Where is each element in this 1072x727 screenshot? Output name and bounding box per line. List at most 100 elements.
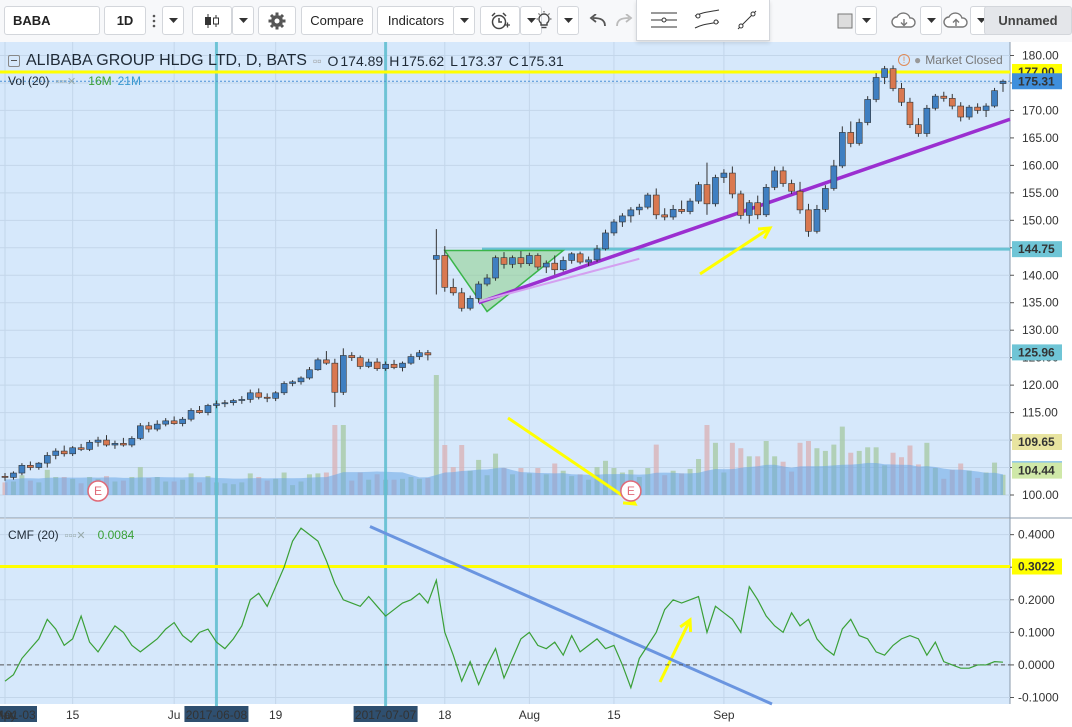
candle-body bbox=[948, 98, 956, 107]
legend-close-label: C bbox=[508, 53, 519, 69]
chart-style-caret[interactable] bbox=[232, 6, 254, 35]
indicators-button[interactable]: Indicators bbox=[377, 6, 455, 35]
settings-gear-icon[interactable] bbox=[258, 6, 296, 35]
candle-body bbox=[18, 465, 26, 474]
price-tick-label: 140.00 bbox=[1022, 268, 1059, 282]
price-tick-label: 155.00 bbox=[1022, 186, 1059, 200]
interval-dropdown-caret[interactable] bbox=[162, 6, 184, 35]
candle-body bbox=[187, 410, 195, 420]
candle-body bbox=[466, 298, 474, 309]
candle-body bbox=[128, 438, 136, 446]
candle-body bbox=[602, 232, 609, 250]
layout-name-button[interactable]: Unnamed bbox=[984, 6, 1072, 35]
candle-body bbox=[373, 361, 381, 369]
price-badge: 109.65 bbox=[1018, 435, 1055, 449]
cmf-value: 0.0084 bbox=[97, 528, 135, 542]
candle-body bbox=[898, 88, 905, 103]
color-caret[interactable] bbox=[855, 6, 877, 35]
trendline-icon[interactable] bbox=[735, 8, 759, 37]
candle-body bbox=[458, 292, 466, 309]
candles-style-icon[interactable] bbox=[192, 6, 232, 35]
candle-body bbox=[340, 355, 347, 393]
market-status: ! ● Market Closed bbox=[898, 53, 1003, 67]
lightbulb-icon[interactable] bbox=[527, 6, 561, 35]
candle-body bbox=[932, 95, 939, 109]
candle-body bbox=[365, 361, 372, 367]
candle-body bbox=[982, 105, 990, 111]
color-square-icon[interactable] bbox=[833, 6, 857, 35]
candle-body bbox=[636, 206, 643, 211]
price-tick-label: 120.00 bbox=[1022, 378, 1059, 392]
candle-body bbox=[255, 392, 263, 398]
legend-menu-icons[interactable]: ▫▫ bbox=[313, 54, 322, 68]
candle-body bbox=[52, 450, 60, 456]
candle-body bbox=[221, 402, 229, 405]
price-tick-label: 160.00 bbox=[1022, 158, 1059, 172]
candle-body bbox=[356, 357, 364, 367]
cmf-settings-icons[interactable]: ▫▫▫✕ bbox=[65, 529, 86, 542]
candle-body bbox=[830, 165, 838, 189]
legend-low-label: L bbox=[450, 53, 458, 69]
candle-body bbox=[745, 202, 753, 216]
candle-body bbox=[881, 68, 888, 78]
legend-open: 174.89 bbox=[340, 53, 384, 69]
chart-area[interactable]: EE180.00175.00170.00165.00160.00155.0015… bbox=[0, 0, 1072, 722]
candle-body bbox=[196, 410, 203, 413]
candle-body bbox=[407, 356, 415, 364]
candle-body bbox=[424, 352, 432, 356]
candle-body bbox=[449, 287, 457, 294]
candle-body bbox=[991, 90, 998, 107]
undo-icon[interactable] bbox=[584, 6, 612, 35]
candle-body bbox=[855, 122, 863, 144]
candle-body bbox=[162, 420, 169, 425]
cmf-tick-label: 0.0000 bbox=[1018, 658, 1055, 672]
candle-body bbox=[678, 209, 685, 212]
candle-body bbox=[213, 403, 220, 406]
candle-body bbox=[10, 472, 17, 478]
candle-body bbox=[542, 262, 550, 268]
symbol-search-input[interactable]: BABA bbox=[4, 6, 100, 35]
legend-low: 173.37 bbox=[459, 53, 503, 69]
candle-body bbox=[27, 465, 34, 468]
candle-body bbox=[500, 257, 508, 265]
ideas-caret[interactable] bbox=[557, 6, 579, 35]
indicators-caret[interactable] bbox=[453, 6, 475, 35]
candle-body bbox=[492, 257, 499, 279]
price-tick-label: 130.00 bbox=[1022, 323, 1059, 337]
candle-body bbox=[137, 425, 144, 439]
compare-button[interactable]: Compare bbox=[301, 6, 373, 35]
top-toolbar: BABA 1D Compare Indicators Unnamed bbox=[0, 0, 1072, 43]
chart-canvas[interactable]: EE180.00175.00170.00165.00160.00155.0015… bbox=[0, 42, 1072, 722]
candle-body bbox=[771, 170, 778, 188]
channel-icon[interactable] bbox=[693, 8, 721, 37]
time-label: Sep bbox=[713, 708, 735, 722]
interval-menu-icon[interactable] bbox=[146, 6, 162, 35]
candle-body bbox=[652, 194, 660, 216]
time-label: 2017-06-08 bbox=[186, 708, 248, 722]
horizontal-lines-icon[interactable] bbox=[649, 10, 679, 35]
volume-settings-icons[interactable]: ▫▫▫✕ bbox=[55, 75, 76, 88]
candle-body bbox=[179, 418, 186, 424]
price-badge: 104.44 bbox=[1018, 464, 1055, 478]
candle-body bbox=[559, 260, 567, 271]
dot-icon: ● bbox=[914, 53, 922, 67]
candle-body bbox=[999, 80, 1007, 84]
candle-body bbox=[568, 253, 575, 261]
candle-body bbox=[593, 248, 601, 261]
price-tick-label: 150.00 bbox=[1022, 213, 1059, 227]
interval-button[interactable]: 1D bbox=[104, 6, 146, 35]
candle-body bbox=[43, 455, 51, 464]
volume-value: 16M bbox=[88, 74, 112, 88]
cmf-title: CMF (20) bbox=[8, 528, 59, 542]
alert-clock-icon[interactable] bbox=[480, 6, 520, 35]
time-label: May bbox=[0, 708, 16, 722]
cmf-legend: CMF (20) ▫▫▫✕ 0.0084 bbox=[8, 528, 134, 542]
candle-body bbox=[526, 255, 533, 265]
legend-collapse-icon[interactable] bbox=[8, 55, 20, 67]
candle-body bbox=[289, 381, 296, 384]
candle-body bbox=[661, 214, 668, 218]
candle-body bbox=[1, 476, 9, 478]
candle-body bbox=[551, 262, 559, 271]
redo-icon[interactable] bbox=[612, 6, 636, 35]
candle-body bbox=[475, 283, 482, 299]
